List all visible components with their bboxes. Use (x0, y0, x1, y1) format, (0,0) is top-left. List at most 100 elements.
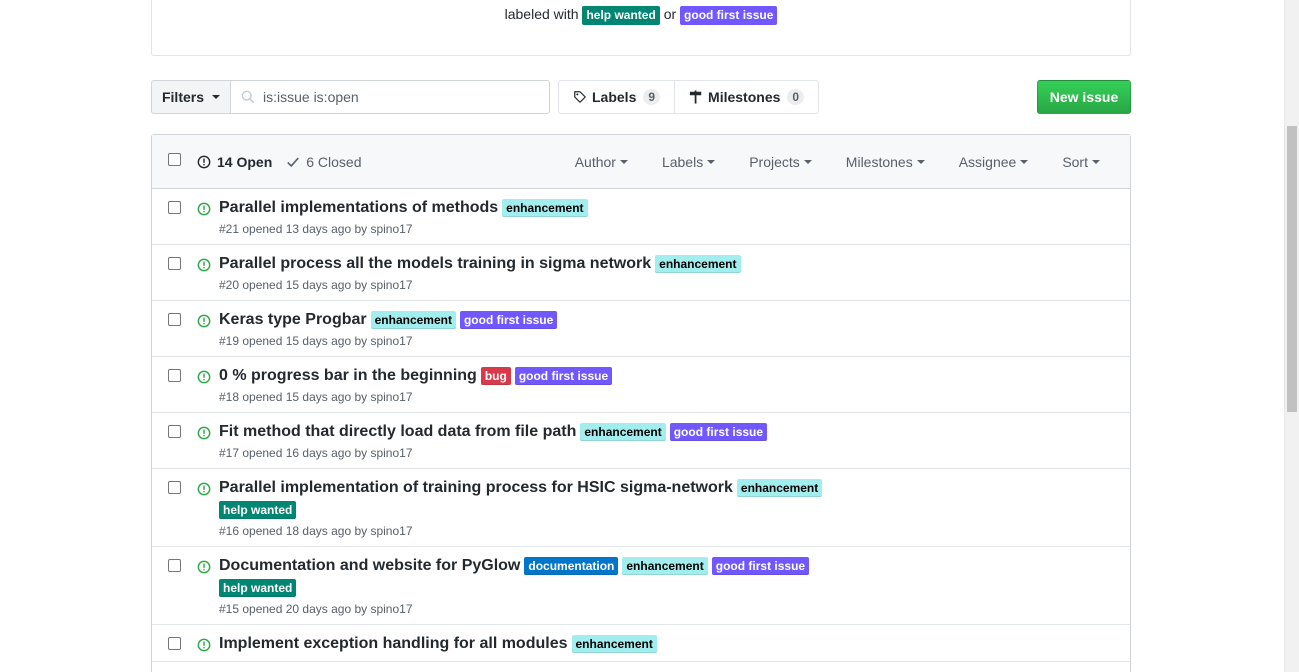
issue-opened-icon (197, 426, 211, 440)
caret-down-icon (707, 160, 716, 164)
caret-down-icon (1020, 160, 1029, 164)
label-enhancement[interactable]: enhancement (736, 479, 823, 497)
milestones-nav-label: Milestones (708, 89, 781, 105)
issue-title-link[interactable]: Keras type Progbar (219, 311, 367, 329)
issue-title-link[interactable]: Parallel implementation of training proc… (219, 479, 733, 497)
label-enhancement[interactable]: enhancement (580, 423, 666, 441)
labels-filter-label: Labels (661, 154, 704, 170)
labels-filter[interactable]: Labels (661, 154, 716, 170)
caret-down-icon (916, 160, 925, 164)
issue-row: 0 % progress bar in the beginning bug good… (152, 357, 1130, 413)
scrollbar-thumb[interactable] (1287, 126, 1297, 412)
banner-prefix: labeled with (504, 6, 579, 23)
labels-nav-label: Labels (592, 89, 637, 105)
issue-checkbox[interactable] (168, 559, 181, 572)
label-enhancement[interactable]: enhancement (571, 635, 657, 653)
search-input[interactable] (263, 89, 523, 105)
issue-title-line: Documentation and website for PyGlow docu… (219, 557, 859, 597)
closed-issues-tab[interactable]: 6 Closed (286, 154, 362, 170)
issue-checkbox[interactable] (168, 257, 181, 270)
issue-opened-icon (197, 202, 211, 216)
sort-filter-label: Sort (1062, 154, 1088, 170)
milestones-filter[interactable]: Milestones (846, 154, 925, 170)
label-documentation[interactable]: documentation (524, 557, 619, 575)
author-filter-label: Author (574, 154, 616, 170)
issue-title-link[interactable]: Parallel implementations of methods (219, 199, 498, 217)
issue-opened-icon (197, 638, 211, 652)
caret-down-icon (619, 160, 628, 164)
label-help-wanted[interactable]: help wanted (582, 6, 660, 25)
issue-checkbox[interactable] (168, 201, 181, 214)
milestones-count: 0 (787, 89, 805, 105)
issue-row: Fit method that directly load data from … (152, 413, 1130, 469)
issue-row: Parallel implementations of methods enhan… (152, 189, 1130, 245)
projects-filter-label: Projects (749, 154, 800, 170)
banner-text: labeled with help wanted or good first i… (152, 6, 1130, 25)
label-enhancement[interactable]: enhancement (655, 255, 741, 273)
issue-opened-icon (197, 370, 211, 384)
select-all-checkbox[interactable] (168, 153, 181, 166)
projects-filter[interactable]: Projects (749, 154, 812, 170)
assignee-filter-label: Assignee (958, 154, 1017, 170)
issue-opened-icon (197, 258, 211, 272)
sort-filter[interactable]: Sort (1062, 154, 1100, 170)
labels-nav-item[interactable]: Labels 9 (559, 81, 674, 113)
issue-opened-icon (197, 560, 211, 574)
issue-checkbox[interactable] (168, 369, 181, 382)
issue-meta: #19 opened 15 days ago by spino17 (219, 334, 413, 348)
banner-connector: or (663, 6, 677, 23)
issue-title-line: Parallel implementation of training proc… (219, 479, 859, 519)
issue-meta: #15 opened 20 days ago by spino17 (219, 602, 413, 616)
page-scrollbar[interactable] (1284, 0, 1299, 672)
label-help-wanted[interactable]: help wanted (219, 501, 297, 519)
issue-content: Parallel implementation of training proc… (152, 469, 1130, 546)
label-good-first-issue[interactable]: good first issue (459, 311, 558, 329)
issue-checkbox[interactable] (168, 425, 181, 438)
issue-title-line: Keras type Progbar enhancement good first … (219, 311, 859, 329)
issue-title-link[interactable]: Implement exception handling for all mod… (219, 635, 568, 653)
search-icon (241, 90, 255, 104)
check-icon (287, 157, 300, 168)
caret-down-icon (212, 95, 220, 99)
filters-button[interactable]: Filters (151, 80, 231, 114)
issue-opened-icon (197, 155, 211, 169)
milestone-icon (689, 90, 702, 104)
open-issues-tab[interactable]: 14 Open (197, 154, 272, 170)
label-good-first-issue[interactable]: good first issue (669, 423, 768, 441)
issue-row: Documentation and website for PyGlow docu… (152, 547, 1130, 625)
assignee-filter[interactable]: Assignee (959, 154, 1029, 170)
issue-checkbox[interactable] (168, 481, 181, 494)
caret-down-icon (1092, 160, 1100, 164)
issue-title-link[interactable]: Fit method that directly load data from … (219, 423, 576, 441)
label-bug[interactable]: bug (480, 367, 511, 385)
label-enhancement[interactable]: enhancement (370, 311, 456, 329)
milestones-filter-label: Milestones (845, 154, 913, 170)
issue-row: Parallel process all the models training… (152, 245, 1130, 301)
issue-checkbox[interactable] (168, 313, 181, 326)
empty-state-banner: labeled with help wanted or good first i… (151, 0, 1131, 56)
milestones-nav-item[interactable]: Milestones 0 (674, 81, 818, 113)
label-good-first-issue[interactable]: good first issue (514, 367, 613, 385)
search-box[interactable] (230, 80, 550, 114)
label-enhancement[interactable]: enhancement (502, 199, 588, 217)
issue-checkbox[interactable] (168, 637, 181, 650)
issue-content: 0 % progress bar in the beginning bug good… (152, 357, 1130, 412)
tag-icon (574, 91, 586, 103)
issue-opened-icon (197, 314, 211, 328)
issue-row: Implement exception handling for all mod… (152, 625, 1130, 662)
issue-content: Fit method that directly load data from … (152, 413, 1130, 468)
issue-title-link[interactable]: Documentation and website for PyGlow (219, 557, 520, 575)
label-good-first-issue[interactable]: good first issue (711, 557, 810, 575)
new-issue-button[interactable]: New issue (1037, 80, 1131, 114)
label-good-first-issue[interactable]: good first issue (680, 6, 778, 25)
issue-title-link[interactable]: 0 % progress bar in the beginning (219, 367, 477, 385)
issue-rows: Parallel implementations of methods enhan… (152, 189, 1130, 662)
issues-list-header: 14 Open 6 Closed Author Labels Projects … (152, 135, 1130, 189)
issue-states: 14 Open 6 Closed (197, 135, 362, 189)
label-enhancement[interactable]: enhancement (622, 557, 708, 575)
issue-title-line: 0 % progress bar in the beginning bug good… (219, 367, 859, 385)
issue-title-link[interactable]: Parallel process all the models training… (219, 255, 651, 273)
issues-list: 14 Open 6 Closed Author Labels Projects … (151, 134, 1131, 672)
author-filter[interactable]: Author (575, 154, 628, 170)
label-help-wanted[interactable]: help wanted (219, 579, 297, 597)
